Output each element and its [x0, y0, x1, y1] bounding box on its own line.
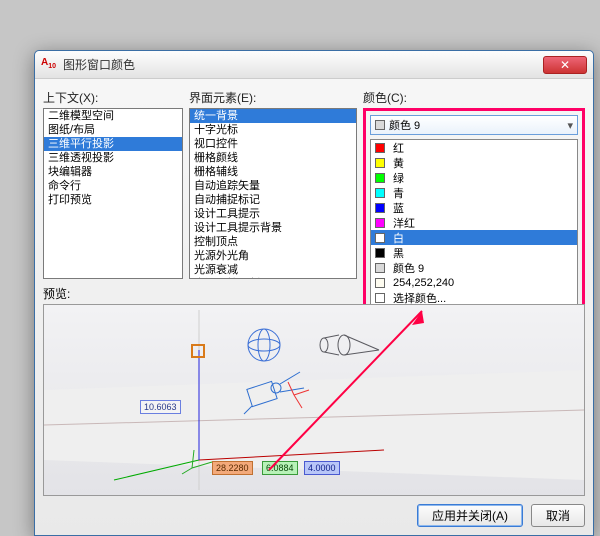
color-item[interactable]: 蓝 [371, 200, 577, 215]
color-swatch [375, 233, 385, 243]
color-name: 黑 [393, 245, 404, 261]
element-item[interactable]: 栅格辅线 [190, 165, 356, 179]
element-item[interactable]: 十字光标 [190, 123, 356, 137]
elements-label: 界面元素(E): [189, 89, 357, 106]
preview-value-x: 28.2280 [212, 461, 253, 475]
context-item[interactable]: 图纸/布局 [44, 123, 182, 137]
color-swatch [375, 278, 385, 288]
element-item[interactable]: 控制顶点 [190, 235, 356, 249]
element-item[interactable]: 光源外光角 [190, 249, 356, 263]
color-swatch [375, 173, 385, 183]
color-name: 红 [393, 140, 404, 156]
element-item[interactable]: 统一背景 [190, 109, 356, 123]
apply-close-button[interactable]: 应用并关闭(A) [417, 504, 523, 527]
combo-swatch [375, 120, 385, 130]
preview-value-left: 10.6063 [140, 400, 181, 414]
titlebar: A10 图形窗口颜色 ✕ [35, 51, 593, 79]
elements-listbox[interactable]: 统一背景十字光标视口控件栅格颜线栅格辅线自动追踪矢量自动捕捉标记设计工具提示设计… [189, 108, 357, 279]
color-name: 白 [393, 230, 404, 246]
color-name: 洋红 [393, 215, 415, 231]
app-icon: A10 [41, 57, 57, 73]
context-item[interactable]: 块编辑器 [44, 165, 182, 179]
color-item[interactable]: 黄 [371, 155, 577, 170]
color-name: 254,252,240 [393, 277, 454, 289]
color-label: 颜色(C): [363, 89, 585, 106]
element-item[interactable]: 光源衰减 [190, 263, 356, 277]
element-item[interactable]: 自动捕捉标记 [190, 193, 356, 207]
cancel-button[interactable]: 取消 [531, 504, 585, 527]
context-item[interactable]: 打印预览 [44, 193, 182, 207]
preview-value-z: 4.0000 [304, 461, 340, 475]
color-swatch [375, 248, 385, 258]
element-item[interactable]: 设计工具提示背景 [190, 221, 356, 235]
button-row: 应用并关闭(A) 取消 [43, 496, 585, 527]
color-list[interactable]: 红黄绿青蓝洋红白黑颜色 9254,252,240选择颜色... [370, 139, 578, 306]
color-swatch [375, 263, 385, 273]
element-item[interactable]: 自动追踪矢量 [190, 179, 356, 193]
context-item[interactable]: 命令行 [44, 179, 182, 193]
element-item[interactable]: 设计工具提示 [190, 207, 356, 221]
element-item[interactable]: 栅格颜线 [190, 151, 356, 165]
color-item[interactable]: 青 [371, 185, 577, 200]
color-item[interactable]: 254,252,240 [371, 275, 577, 290]
color-item[interactable]: 洋红 [371, 215, 577, 230]
color-item[interactable]: 白 [371, 230, 577, 245]
color-item[interactable]: 颜色 9 [371, 260, 577, 275]
element-item[interactable]: 视口控件 [190, 137, 356, 151]
color-swatch [375, 158, 385, 168]
dialog-window: A10 图形窗口颜色 ✕ 上下文(X): 二维模型空间图纸/布局三维平行投影三维… [34, 50, 594, 536]
color-name: 青 [393, 185, 404, 201]
color-item[interactable]: 红 [371, 140, 577, 155]
color-swatch [375, 188, 385, 198]
color-item[interactable]: 绿 [371, 170, 577, 185]
color-name: 绿 [393, 170, 404, 186]
combo-label: 颜色 9 [389, 117, 420, 133]
color-name: 黄 [393, 155, 404, 171]
context-listbox[interactable]: 二维模型空间图纸/布局三维平行投影三维透视投影块编辑器命令行打印预览 [43, 108, 183, 279]
color-swatch [375, 143, 385, 153]
color-item[interactable]: 选择颜色... [371, 290, 577, 305]
color-swatch [375, 293, 385, 303]
preview-pane: 10.6063 28.2280 6.0884 4.0000 [43, 304, 585, 496]
context-item[interactable]: 二维模型空间 [44, 109, 182, 123]
window-title: 图形窗口颜色 [63, 56, 543, 73]
context-item[interactable]: 三维平行投影 [44, 137, 182, 151]
color-swatch [375, 203, 385, 213]
context-item[interactable]: 三维透视投影 [44, 151, 182, 165]
close-button[interactable]: ✕ [543, 56, 587, 74]
color-swatch [375, 218, 385, 228]
color-name: 蓝 [393, 200, 404, 216]
color-highlight-pane: 颜色 9 红黄绿青蓝洋红白黑颜色 9254,252,240选择颜色... [363, 108, 585, 313]
context-label: 上下文(X): [43, 89, 183, 106]
dialog-body: 上下文(X): 二维模型空间图纸/布局三维平行投影三维透视投影块编辑器命令行打印… [35, 79, 593, 535]
color-combo[interactable]: 颜色 9 [370, 115, 578, 135]
preview-value-y: 6.0884 [262, 461, 298, 475]
color-name: 颜色 9 [393, 260, 424, 276]
element-item[interactable]: 光源开始限制 [190, 277, 356, 279]
color-item[interactable]: 黑 [371, 245, 577, 260]
